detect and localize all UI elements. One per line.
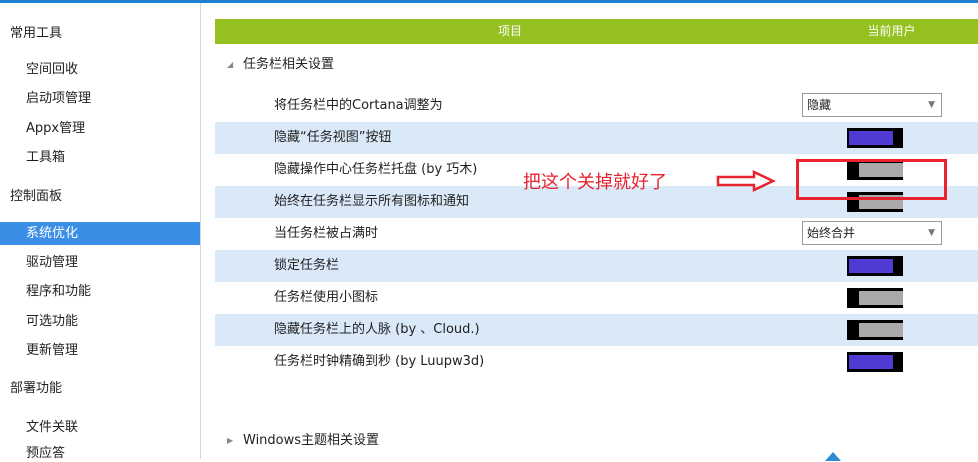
hide-task-view-toggle[interactable] [847,128,903,148]
sidebar-item-file-association[interactable]: 文件关联 [0,418,200,438]
setting-label: 将任务栏中的Cortana调整为 [274,98,443,113]
table-row: 锁定任务栏 [215,250,978,282]
setting-label: 隐藏“任务视图”按钮 [274,130,392,145]
triangle-right-icon[interactable]: ▶ [227,428,233,453]
sidebar-item-update-manager[interactable]: 更新管理 [0,341,200,361]
column-header-item: 项目 [497,24,522,38]
sidebar-item-appx-manager[interactable]: Appx管理 [0,119,200,139]
setting-label: 隐藏任务栏上的人脉 (by 、Cloud.) [274,322,480,337]
table-row: 隐藏任务栏上的人脉 (by 、Cloud.) [215,314,978,346]
table-row: 隐藏“任务视图”按钮 [215,122,978,154]
small-icons-toggle[interactable] [847,288,903,308]
setting-label: 锁定任务栏 [274,258,340,273]
hide-people-toggle[interactable] [847,320,903,340]
column-header-current-user: 当前用户 [867,24,916,38]
sidebar-section-control-panel[interactable]: 控制面板 [0,187,200,207]
table-row: 当任务栏被占满时 始终合并 ▼ [215,218,978,250]
sidebar-section-common-tools[interactable]: 常用工具 [0,24,200,44]
sidebar-item-programs-features[interactable]: 程序和功能 [0,282,200,302]
chevron-down-icon: ▼ [928,100,935,110]
setting-label: 任务栏时钟精确到秒 (by Luupw3d) [274,354,485,369]
dropdown-value: 始终合并 [807,226,856,240]
annotation-text: 把这个关掉就好了 [523,172,667,193]
sidebar-section-deploy-features[interactable]: 部署功能 [0,379,200,399]
lock-taskbar-toggle[interactable] [847,256,903,276]
sidebar-item-space-recovery[interactable]: 空间回收 [0,60,200,80]
dropdown-value: 隐藏 [807,98,832,112]
chevron-down-icon: ▼ [928,228,935,238]
table-row: 任务栏使用小图标 [215,282,978,314]
table-row: 将任务栏中的Cortana调整为 隐藏 ▼ [215,90,978,122]
sidebar: 常用工具 空间回收 启动项管理 Appx管理 工具箱 控制面板 系统优化 驱动管… [0,3,201,459]
taskbar-combine-dropdown[interactable]: 始终合并 ▼ [802,221,942,245]
setting-label: 当任务栏被占满时 [274,226,379,241]
cortana-dropdown[interactable]: 隐藏 ▼ [802,93,942,117]
table-header: 项目 当前用户 [215,19,978,44]
sidebar-item-system-optimization[interactable]: 系统优化 [0,222,200,245]
sidebar-item-pre-answer[interactable]: 预应答 [0,444,200,459]
watermark [824,448,974,462]
sidebar-item-toolbox[interactable]: 工具箱 [0,148,200,168]
settings-table: 项目 当前用户 ◢ 任务栏相关设置 将任务栏中的Cortana调整为 隐藏 ▼ … [215,19,978,459]
sidebar-item-optional-features[interactable]: 可选功能 [0,312,200,332]
group-taskbar-settings[interactable]: ◢ 任务栏相关设置 [215,52,978,77]
group-label: Windows主题相关设置 [243,433,380,448]
sidebar-item-driver-manager[interactable]: 驱动管理 [0,253,200,273]
setting-label: 隐藏操作中心任务栏托盘 (by 巧木) [274,162,478,177]
clock-seconds-toggle[interactable] [847,352,903,372]
group-label: 任务栏相关设置 [243,57,335,72]
setting-label: 任务栏使用小图标 [274,290,379,305]
setting-label: 始终在任务栏显示所有图标和通知 [274,194,470,209]
highlight-box [796,159,947,200]
sidebar-item-startup-manager[interactable]: 启动项管理 [0,89,200,109]
table-row: 任务栏时钟精确到秒 (by Luupw3d) [215,346,978,378]
arrow-right-icon [716,170,776,192]
logo-icon [825,452,841,461]
triangle-down-icon[interactable]: ◢ [227,52,233,77]
